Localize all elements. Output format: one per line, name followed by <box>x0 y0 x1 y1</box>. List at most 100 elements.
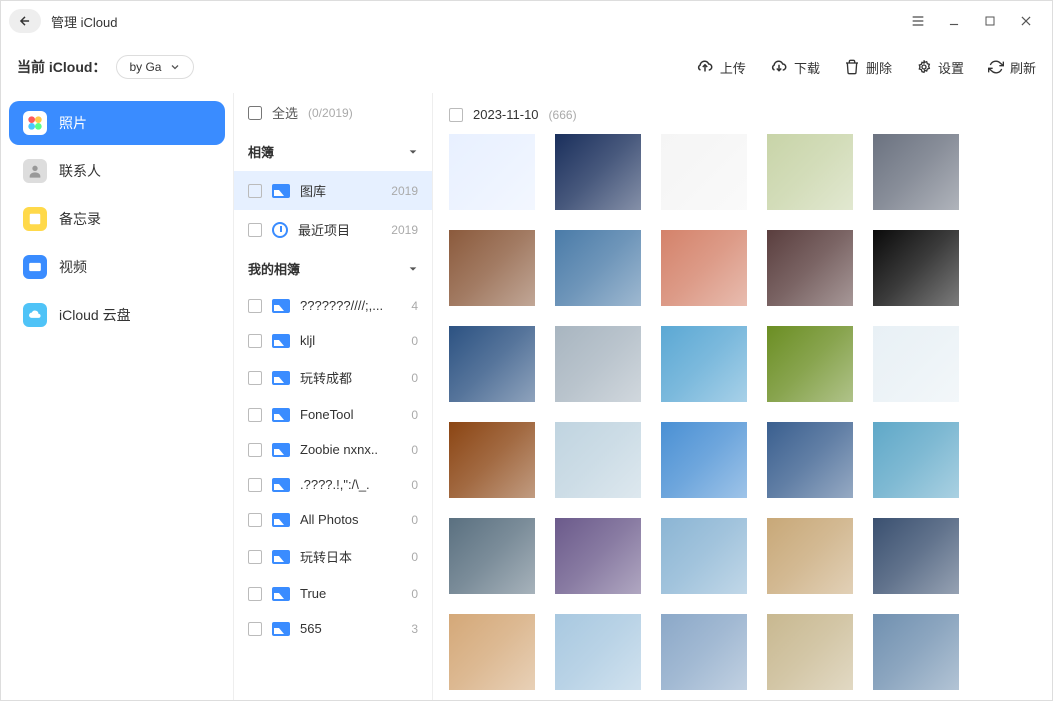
photo-thumb[interactable] <box>767 326 853 402</box>
photo-thumb[interactable] <box>449 230 535 306</box>
album-count: 0 <box>411 513 418 527</box>
album-checkbox[interactable] <box>248 184 262 198</box>
photo-thumb[interactable] <box>555 518 641 594</box>
sidebar-item-0[interactable]: 照片 <box>9 101 225 145</box>
album-item[interactable]: .????.!,":/\_.0 <box>234 467 432 502</box>
album-name: 图库 <box>300 181 381 200</box>
sidebar-item-label: 联系人 <box>59 161 101 181</box>
account-selector[interactable]: by Ga <box>116 55 194 79</box>
album-item[interactable]: 5653 <box>234 611 432 646</box>
photo-thumb[interactable] <box>767 518 853 594</box>
photo-thumb[interactable] <box>873 230 959 306</box>
sidebar-item-label: iCloud 云盘 <box>59 305 131 325</box>
photo-thumb[interactable] <box>767 614 853 690</box>
album-item[interactable]: ???????////;,...4 <box>234 288 432 323</box>
maximize-button[interactable] <box>972 3 1008 39</box>
photo-thumb[interactable] <box>661 230 747 306</box>
photo-thumb[interactable] <box>873 518 959 594</box>
album-item[interactable]: 玩转日本0 <box>234 537 432 576</box>
sidebar-item-3[interactable]: 视频 <box>9 245 225 289</box>
sidebar: 照片联系人备忘录视频 iCloud 云盘 <box>1 93 233 700</box>
album-name: True <box>300 586 401 601</box>
album-checkbox[interactable] <box>248 587 262 601</box>
photo-thumb[interactable] <box>661 326 747 402</box>
album-count: 0 <box>411 371 418 385</box>
toolbar: 当前 iCloud： by Ga 上传 下载 删除 设置 <box>1 41 1052 93</box>
photo-thumb[interactable] <box>449 326 535 402</box>
settings-button[interactable]: 设置 <box>916 58 964 77</box>
photo-thumb[interactable] <box>873 614 959 690</box>
photo-thumb[interactable] <box>555 230 641 306</box>
upload-button[interactable]: 上传 <box>696 58 746 77</box>
delete-button[interactable]: 删除 <box>844 58 892 77</box>
photo-icon <box>272 299 290 313</box>
sidebar-item-2[interactable]: 备忘录 <box>9 197 225 241</box>
sidebar-icon <box>23 207 47 231</box>
photo-thumb[interactable] <box>873 326 959 402</box>
photo-thumb[interactable] <box>555 134 641 210</box>
album-checkbox[interactable] <box>248 371 262 385</box>
album-item[interactable]: True 0 <box>234 576 432 611</box>
album-checkbox[interactable] <box>248 622 262 636</box>
refresh-button[interactable]: 刷新 <box>988 58 1036 77</box>
album-section-my[interactable]: 我的相簿 <box>234 249 432 288</box>
album-count: 0 <box>411 587 418 601</box>
photo-icon <box>272 478 290 492</box>
album-item[interactable]: Zoobie nxnx..0 <box>234 432 432 467</box>
album-checkbox[interactable] <box>248 223 262 237</box>
album-item[interactable]: 图库2019 <box>234 171 432 210</box>
album-checkbox[interactable] <box>248 408 262 422</box>
photo-thumb[interactable] <box>555 614 641 690</box>
photo-thumb[interactable] <box>767 422 853 498</box>
photo-thumb[interactable] <box>661 614 747 690</box>
album-name: Zoobie nxnx.. <box>300 442 401 457</box>
close-button[interactable] <box>1008 3 1044 39</box>
photo-icon <box>272 587 290 601</box>
album-checkbox[interactable] <box>248 334 262 348</box>
album-name: .????.!,":/\_. <box>300 477 401 492</box>
photo-thumb[interactable] <box>873 134 959 210</box>
photo-thumb[interactable] <box>661 422 747 498</box>
sidebar-item-4[interactable]: iCloud 云盘 <box>9 293 225 337</box>
album-name: 最近项目 <box>298 220 381 239</box>
photo-thumb[interactable] <box>767 134 853 210</box>
photo-thumb[interactable] <box>555 326 641 402</box>
album-checkbox[interactable] <box>248 550 262 564</box>
photo-thumb[interactable] <box>767 230 853 306</box>
photo-thumb[interactable] <box>661 134 747 210</box>
minimize-button[interactable] <box>936 3 972 39</box>
photo-icon <box>272 443 290 457</box>
album-checkbox[interactable] <box>248 478 262 492</box>
photo-thumb[interactable] <box>449 134 535 210</box>
album-item[interactable]: 玩转成都0 <box>234 358 432 397</box>
photo-thumb[interactable] <box>661 518 747 594</box>
download-button[interactable]: 下载 <box>770 58 820 77</box>
select-all-row[interactable]: 全选 (0/2019) <box>234 93 432 132</box>
album-checkbox[interactable] <box>248 299 262 313</box>
album-item[interactable]: 最近项目2019 <box>234 210 432 249</box>
sidebar-item-label: 备忘录 <box>59 209 101 229</box>
photo-thumb[interactable] <box>873 422 959 498</box>
chevron-down-icon <box>169 61 181 73</box>
date-checkbox[interactable] <box>449 108 463 122</box>
back-button[interactable] <box>9 9 41 33</box>
photo-thumb[interactable] <box>449 518 535 594</box>
select-all-label: 全选 <box>272 103 298 122</box>
album-item[interactable]: FoneTool0 <box>234 397 432 432</box>
select-all-checkbox[interactable] <box>248 106 262 120</box>
date-count: (666) <box>549 108 577 122</box>
photo-thumb[interactable] <box>449 614 535 690</box>
album-item[interactable]: All Photos0 <box>234 502 432 537</box>
album-item[interactable]: kljl0 <box>234 323 432 358</box>
photo-thumb[interactable] <box>449 422 535 498</box>
menu-button[interactable] <box>900 3 936 39</box>
album-checkbox[interactable] <box>248 513 262 527</box>
album-section-library[interactable]: 相簿 <box>234 132 432 171</box>
sidebar-icon <box>23 111 47 135</box>
album-checkbox[interactable] <box>248 443 262 457</box>
sidebar-item-1[interactable]: 联系人 <box>9 149 225 193</box>
photo-thumb[interactable] <box>555 422 641 498</box>
trash-icon <box>844 59 860 75</box>
chevron-down-icon <box>408 147 418 157</box>
photo-date-header[interactable]: 2023-11-10 (666) <box>449 103 1036 134</box>
